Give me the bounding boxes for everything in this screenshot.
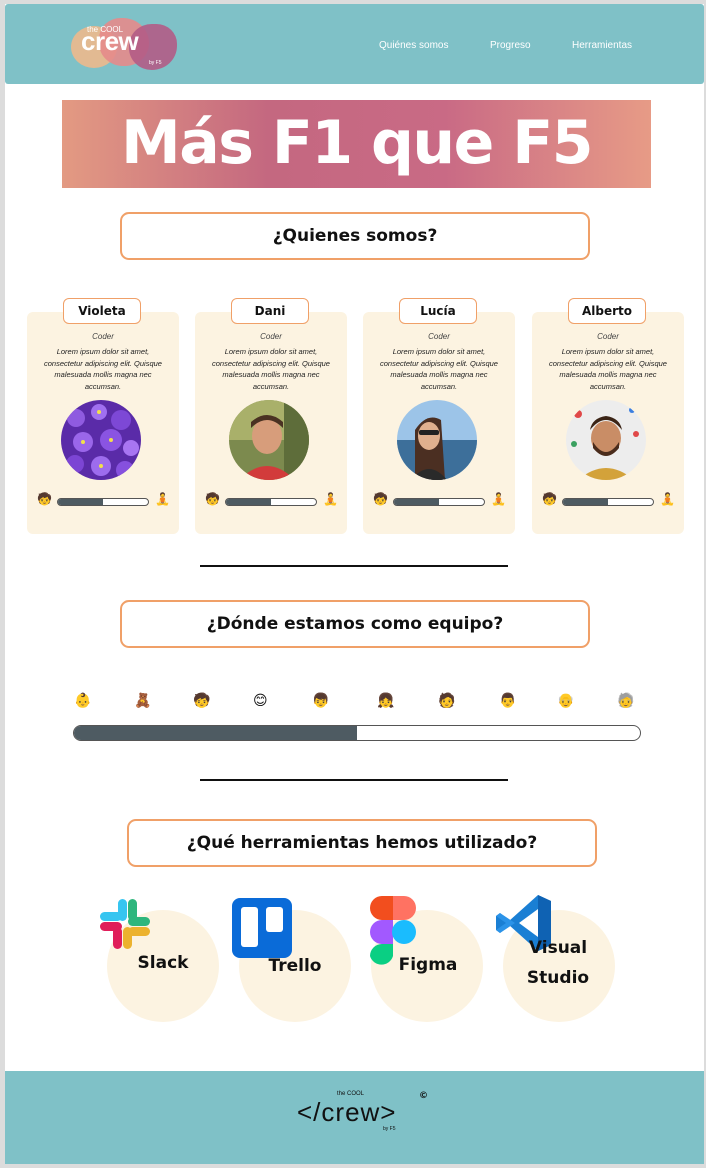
member-card: Lucía Coder Lorem ipsum dolor sit amet, … [363, 298, 515, 534]
member-name: Dani [231, 298, 309, 324]
adult-icon: 👨 [499, 693, 517, 709]
logo-by: by F5 [149, 60, 162, 66]
member-role: Coder [260, 332, 282, 341]
crawling-baby-icon: 🧸 [134, 693, 152, 709]
footer: the COOL </crew> by F5 © [5, 1071, 704, 1164]
member-name: Alberto [568, 298, 646, 324]
avatar [397, 400, 477, 480]
member-description: Lorem ipsum dolor sit amet, consectetur … [212, 347, 330, 391]
member-description: Lorem ipsum dolor sit amet, consectetur … [44, 347, 162, 391]
member-card: Violeta Coder Lorem ipsum dolor sit amet… [27, 298, 179, 534]
mini-kid-icon: 🧒 [37, 492, 52, 506]
member-card: Alberto Coder Lorem ipsum dolor sit amet… [532, 298, 684, 534]
nav-link-herramientas[interactable]: Herramientas [572, 40, 632, 51]
member-role: Coder [597, 332, 619, 341]
team-progress-bar [73, 725, 641, 741]
page: the COOL crew by F5 Quiénes somos Progre… [5, 4, 704, 1164]
kid-icon: 😊 [253, 693, 268, 709]
copyright-icon: © [419, 1091, 428, 1101]
tool-label-slack: Slack [137, 953, 189, 973]
bearded-man-photo [566, 400, 646, 480]
member-role: Coder [92, 332, 114, 341]
crew-logo[interactable]: the COOL crew by F5 [69, 16, 179, 72]
tool-label-figma: Figma [398, 955, 458, 975]
avatar [61, 400, 141, 480]
member-name: Violeta [63, 298, 141, 324]
footer-logo-by: by F5 [383, 1126, 396, 1132]
girl-icon: 👧 [377, 693, 395, 709]
hero-title: Más F1 que F5 [121, 108, 593, 178]
boy-icon: 👦 [312, 693, 330, 709]
mini-kid-icon: 🧒 [205, 492, 220, 506]
woman-photo [397, 400, 477, 480]
section-title-herramientas: ¿Qué herramientas hemos utilizado? [127, 819, 597, 867]
avatar [566, 400, 646, 480]
tool-label-visual-studio: Visual Studio [526, 938, 590, 988]
tool-label-trello: Trello [268, 956, 322, 976]
member-description: Lorem ipsum dolor sit amet, consectetur … [380, 347, 498, 391]
member-progress-fill [226, 499, 271, 505]
mini-adult-icon: 🧘 [155, 492, 170, 506]
man-photo [229, 400, 309, 480]
divider [200, 565, 508, 567]
elder-icon: 🧓 [617, 693, 635, 709]
member-name: Lucía [399, 298, 477, 324]
divider [200, 779, 508, 781]
member-progress-fill [563, 499, 608, 505]
member-progress-fill [394, 499, 439, 505]
logo-wordmark: crew [81, 26, 139, 56]
avatar [229, 400, 309, 480]
member-progress-bar [225, 498, 317, 506]
baby-icon: 👶 [74, 693, 92, 709]
mini-kid-icon: 🧒 [373, 492, 388, 506]
mini-kid-icon: 🧒 [542, 492, 557, 506]
member-role: Coder [428, 332, 450, 341]
teen-icon: 🧑 [438, 693, 456, 709]
slack-icon [100, 899, 150, 949]
footer-logo[interactable]: </crew> [297, 1097, 397, 1128]
member-description: Lorem ipsum dolor sit amet, consectetur … [549, 347, 667, 391]
member-progress-fill [58, 499, 103, 505]
mini-adult-icon: 🧘 [323, 492, 338, 506]
old-man-icon: 👴 [557, 693, 575, 709]
member-progress-bar [393, 498, 485, 506]
nav-link-progreso[interactable]: Progreso [490, 40, 531, 51]
member-progress-bar [57, 498, 149, 506]
member-card: Dani Coder Lorem ipsum dolor sit amet, c… [195, 298, 347, 534]
trello-icon [232, 898, 292, 958]
header: the COOL crew by F5 Quiénes somos Progre… [5, 4, 704, 84]
mini-adult-icon: 🧘 [660, 492, 675, 506]
hero-banner: Más F1 que F5 [62, 100, 651, 188]
flowers-photo [61, 400, 141, 480]
team-progress-fill [74, 726, 357, 740]
child-icon: 🧒 [193, 693, 211, 709]
member-progress-bar [562, 498, 654, 506]
section-title-progreso: ¿Dónde estamos como equipo? [120, 600, 590, 648]
section-title-quienes-somos: ¿Quienes somos? [120, 212, 590, 260]
mini-adult-icon: 🧘 [491, 492, 506, 506]
nav-link-quienes-somos[interactable]: Quiénes somos [379, 40, 448, 51]
